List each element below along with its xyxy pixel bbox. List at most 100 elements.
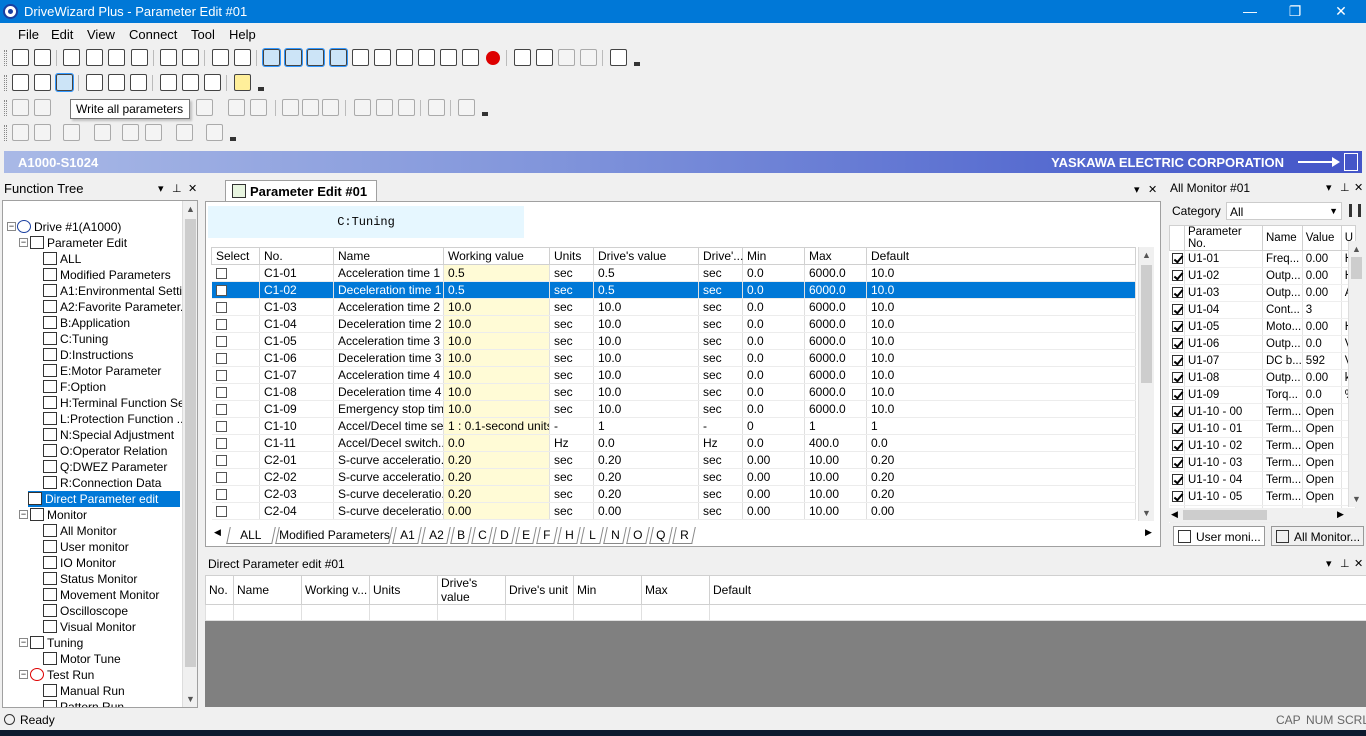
sheet-tab-h[interactable]: H	[557, 527, 581, 544]
select-checkbox[interactable]	[215, 421, 227, 433]
table-row[interactable]	[205, 604, 1366, 621]
table-cell[interactable]: 10.0	[443, 383, 550, 401]
copy-parameter-icon[interactable]	[182, 74, 199, 91]
table-cell[interactable]	[301, 604, 370, 621]
sheet-tab-l[interactable]: L	[580, 527, 604, 544]
tree-manual-run[interactable]: Manual Run	[43, 683, 125, 699]
select-cell[interactable]	[211, 485, 260, 503]
collapse-icon[interactable]: −	[7, 222, 16, 231]
toolbar-overflow-icon[interactable]	[482, 112, 488, 116]
column-header-min[interactable]: Min	[742, 247, 805, 265]
tree-parameter-edit[interactable]: Parameter Edit	[30, 235, 127, 251]
monitor-toggle-icon[interactable]	[329, 48, 348, 67]
check-cell[interactable]	[1169, 403, 1185, 421]
sheet-tab-o[interactable]: O	[626, 527, 650, 544]
write-all-parameters-icon[interactable]	[55, 73, 74, 92]
collapse-icon[interactable]: −	[19, 670, 28, 679]
sheet-tab-c[interactable]: C	[471, 527, 493, 544]
scroll-thumb[interactable]	[185, 219, 196, 667]
column-header-default[interactable]: Default	[709, 575, 1366, 605]
table-row[interactable]: C2-01 S-curve acceleratio... 0.20 sec 0.20 se…	[211, 451, 1136, 469]
tree-param-group-b[interactable]: B:Application	[43, 315, 130, 331]
function-tree-toggle-icon[interactable]	[262, 48, 281, 67]
print-data-icon[interactable]	[63, 124, 80, 141]
tab-parameter-edit[interactable]: Parameter Edit #01	[225, 180, 377, 202]
movement-monitor-icon[interactable]	[396, 49, 413, 66]
checkbox-checked[interactable]	[1171, 389, 1183, 401]
cursor-2-icon[interactable]	[322, 99, 339, 116]
table-row[interactable]: U1-02Outp...0.00H	[1169, 267, 1357, 285]
capture-icon[interactable]	[176, 124, 193, 141]
table-row[interactable]: C1-09 Emergency stop time 10.0 sec 10.0 sec 0.…	[211, 400, 1136, 418]
select-cell[interactable]	[211, 451, 260, 469]
select-checkbox[interactable]	[215, 319, 227, 331]
table-cell[interactable]	[437, 604, 506, 621]
select-checkbox[interactable]	[215, 404, 227, 416]
table-cell[interactable]: 0.20	[443, 485, 550, 503]
table-row[interactable]: C1-10 Accel/Decel time se... 1 : 0.1-secon…	[211, 417, 1136, 435]
column-header-name[interactable]: Name	[333, 247, 444, 265]
scroll-left-icon[interactable]: ◀	[1171, 509, 1178, 520]
toolbar-overflow-icon[interactable]	[634, 62, 640, 66]
table-row[interactable]: U1-08Outp...0.00k	[1169, 369, 1357, 387]
open-data-icon[interactable]	[12, 124, 29, 141]
table-cell[interactable]	[709, 604, 1366, 621]
table-row[interactable]: C2-03 S-curve deceleratio... 0.20 sec 0.20 se…	[211, 485, 1136, 503]
column-header-max[interactable]: Max	[641, 575, 710, 605]
checkbox-checked[interactable]	[1171, 372, 1183, 384]
cursor-icon[interactable]	[282, 99, 299, 116]
select-checkbox[interactable]	[215, 438, 227, 450]
tree-motor-tune[interactable]: Motor Tune	[43, 651, 121, 667]
select-checkbox[interactable]	[215, 302, 227, 314]
table-cell[interactable]: 10.0	[443, 366, 550, 384]
check-cell[interactable]	[1169, 471, 1185, 489]
table-row[interactable]: C2-02 S-curve acceleratio... 0.20 sec 0.20 se…	[211, 468, 1136, 486]
scroll-down-icon[interactable]: ▼	[1139, 505, 1154, 521]
chart-icon[interactable]	[558, 49, 575, 66]
select-checkbox[interactable]	[215, 455, 227, 467]
chevron-down-icon[interactable]: ▼	[1329, 206, 1338, 216]
tree-monitor[interactable]: Monitor	[30, 507, 87, 523]
tree-param-group-c[interactable]: C:Tuning	[43, 331, 108, 347]
check-cell[interactable]	[1169, 454, 1185, 472]
stop-square-icon[interactable]	[250, 99, 267, 116]
table-cell[interactable]	[369, 604, 438, 621]
select-checkbox[interactable]	[215, 353, 227, 365]
scroll-thumb[interactable]	[1351, 257, 1362, 279]
pin-icon[interactable]: ⊥	[1340, 181, 1350, 194]
app-icon[interactable]	[3, 4, 18, 19]
column-header-min[interactable]: Min	[573, 575, 642, 605]
read-parameters-icon[interactable]	[12, 74, 29, 91]
check-cell[interactable]	[1169, 488, 1185, 506]
select-checkbox[interactable]	[215, 285, 227, 297]
tree-param-group-r[interactable]: R:Connection Data	[43, 475, 161, 491]
minimize-button[interactable]: —	[1227, 0, 1273, 23]
tree-io-monitor[interactable]: IO Monitor	[43, 555, 116, 571]
hline-1-icon[interactable]	[376, 99, 393, 116]
sheet-tab-a1[interactable]: A1	[392, 527, 422, 544]
table-row[interactable]: C1-02 Deceleration time 1 0.5 sec 0.5 sec 0.0 6…	[211, 281, 1136, 299]
config-icon[interactable]	[206, 124, 223, 141]
tree-movement-monitor[interactable]: Movement Monitor	[43, 587, 159, 603]
menu-edit[interactable]: Edit	[51, 27, 73, 42]
hline-icon[interactable]	[354, 99, 371, 116]
checkbox-checked[interactable]	[1171, 304, 1183, 316]
table-cell[interactable]: 10.0	[443, 332, 550, 350]
tree-param-group-a2[interactable]: A2:Favorite Parameter...	[43, 299, 190, 315]
checkbox-checked[interactable]	[1171, 457, 1183, 469]
print-icon[interactable]	[212, 49, 229, 66]
column-header-no[interactable]: No.	[205, 575, 234, 605]
menu-connect[interactable]: Connect	[129, 27, 177, 42]
doc-menu-icon[interactable]: ▾	[1134, 183, 1140, 196]
status-monitor-icon[interactable]	[374, 49, 391, 66]
scroll-thumb[interactable]	[1183, 510, 1267, 520]
sheet-tab-all[interactable]: ALL	[226, 527, 276, 544]
select-cell[interactable]	[211, 332, 260, 350]
column-header-default[interactable]: Default	[866, 247, 1136, 265]
select-cell[interactable]	[211, 366, 260, 384]
tree-drive[interactable]: Drive #1(A1000)	[17, 219, 121, 235]
select-cell[interactable]	[211, 502, 260, 520]
sheet-tab-f[interactable]: F	[536, 527, 558, 544]
panel-close-icon[interactable]: ✕	[1354, 557, 1363, 570]
checkbox-checked[interactable]	[1171, 338, 1183, 350]
